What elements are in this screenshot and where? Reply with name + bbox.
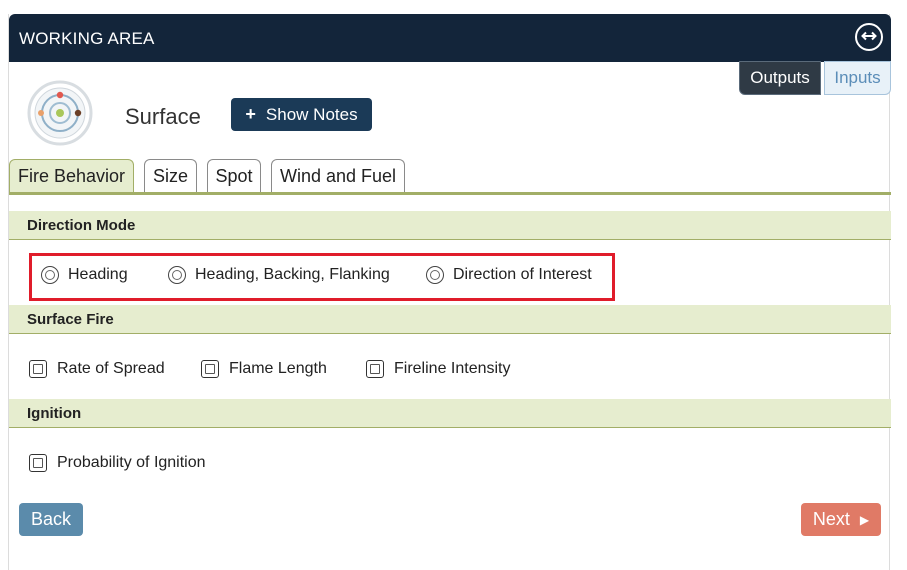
- section-header-surface-fire: Surface Fire: [9, 305, 891, 334]
- checkbox[interactable]: [366, 360, 384, 378]
- horizontal-arrows-icon: [861, 28, 877, 46]
- expand-button[interactable]: [855, 23, 883, 51]
- outputs-toggle[interactable]: Outputs: [739, 61, 821, 95]
- checkbox[interactable]: [29, 454, 47, 472]
- section-header-ignition: Ignition: [9, 399, 891, 428]
- next-button[interactable]: Next ▶: [801, 503, 881, 536]
- working-area-panel: WORKING AREA Outputs Inputs Surface + Sh…: [8, 14, 891, 570]
- next-label: Next: [812, 509, 850, 529]
- tab-fire-behavior[interactable]: Fire Behavior: [9, 159, 134, 193]
- output-tabs: Fire Behavior Size Spot Wind and Fuel: [9, 159, 891, 196]
- show-notes-label: Show Notes: [265, 104, 358, 124]
- show-notes-button[interactable]: + Show Notes: [231, 98, 372, 131]
- surface-module-icon: [27, 80, 93, 146]
- section-header-direction-mode: Direction Mode: [9, 211, 891, 240]
- checkbox-flame-length[interactable]: Flame Length: [201, 360, 327, 378]
- inputs-toggle[interactable]: Inputs: [824, 61, 891, 95]
- tab-divider: [9, 192, 891, 195]
- module-name: Surface: [125, 104, 201, 129]
- play-arrow-icon: ▶: [859, 512, 870, 527]
- checkbox-label: Probability of Ignition: [57, 454, 206, 471]
- tab-size[interactable]: Size: [144, 159, 197, 193]
- checkbox[interactable]: [201, 360, 219, 378]
- tab-wind-and-fuel[interactable]: Wind and Fuel: [271, 159, 405, 193]
- checkbox-label: Rate of Spread: [57, 360, 165, 377]
- checkbox[interactable]: [29, 360, 47, 378]
- checkbox-label: Fireline Intensity: [394, 360, 511, 377]
- checkbox-rate-of-spread[interactable]: Rate of Spread: [29, 360, 165, 378]
- checkbox-probability-of-ignition[interactable]: Probability of Ignition: [29, 454, 206, 472]
- back-button[interactable]: Back: [19, 503, 83, 536]
- tab-spot[interactable]: Spot: [207, 159, 261, 193]
- checkbox-fireline-intensity[interactable]: Fireline Intensity: [366, 360, 511, 378]
- plus-icon: +: [245, 104, 256, 124]
- panel-title: WORKING AREA: [19, 29, 155, 48]
- checkbox-label: Flame Length: [229, 360, 327, 377]
- highlight-annotation-box: [29, 253, 615, 301]
- panel-header: WORKING AREA: [9, 14, 891, 62]
